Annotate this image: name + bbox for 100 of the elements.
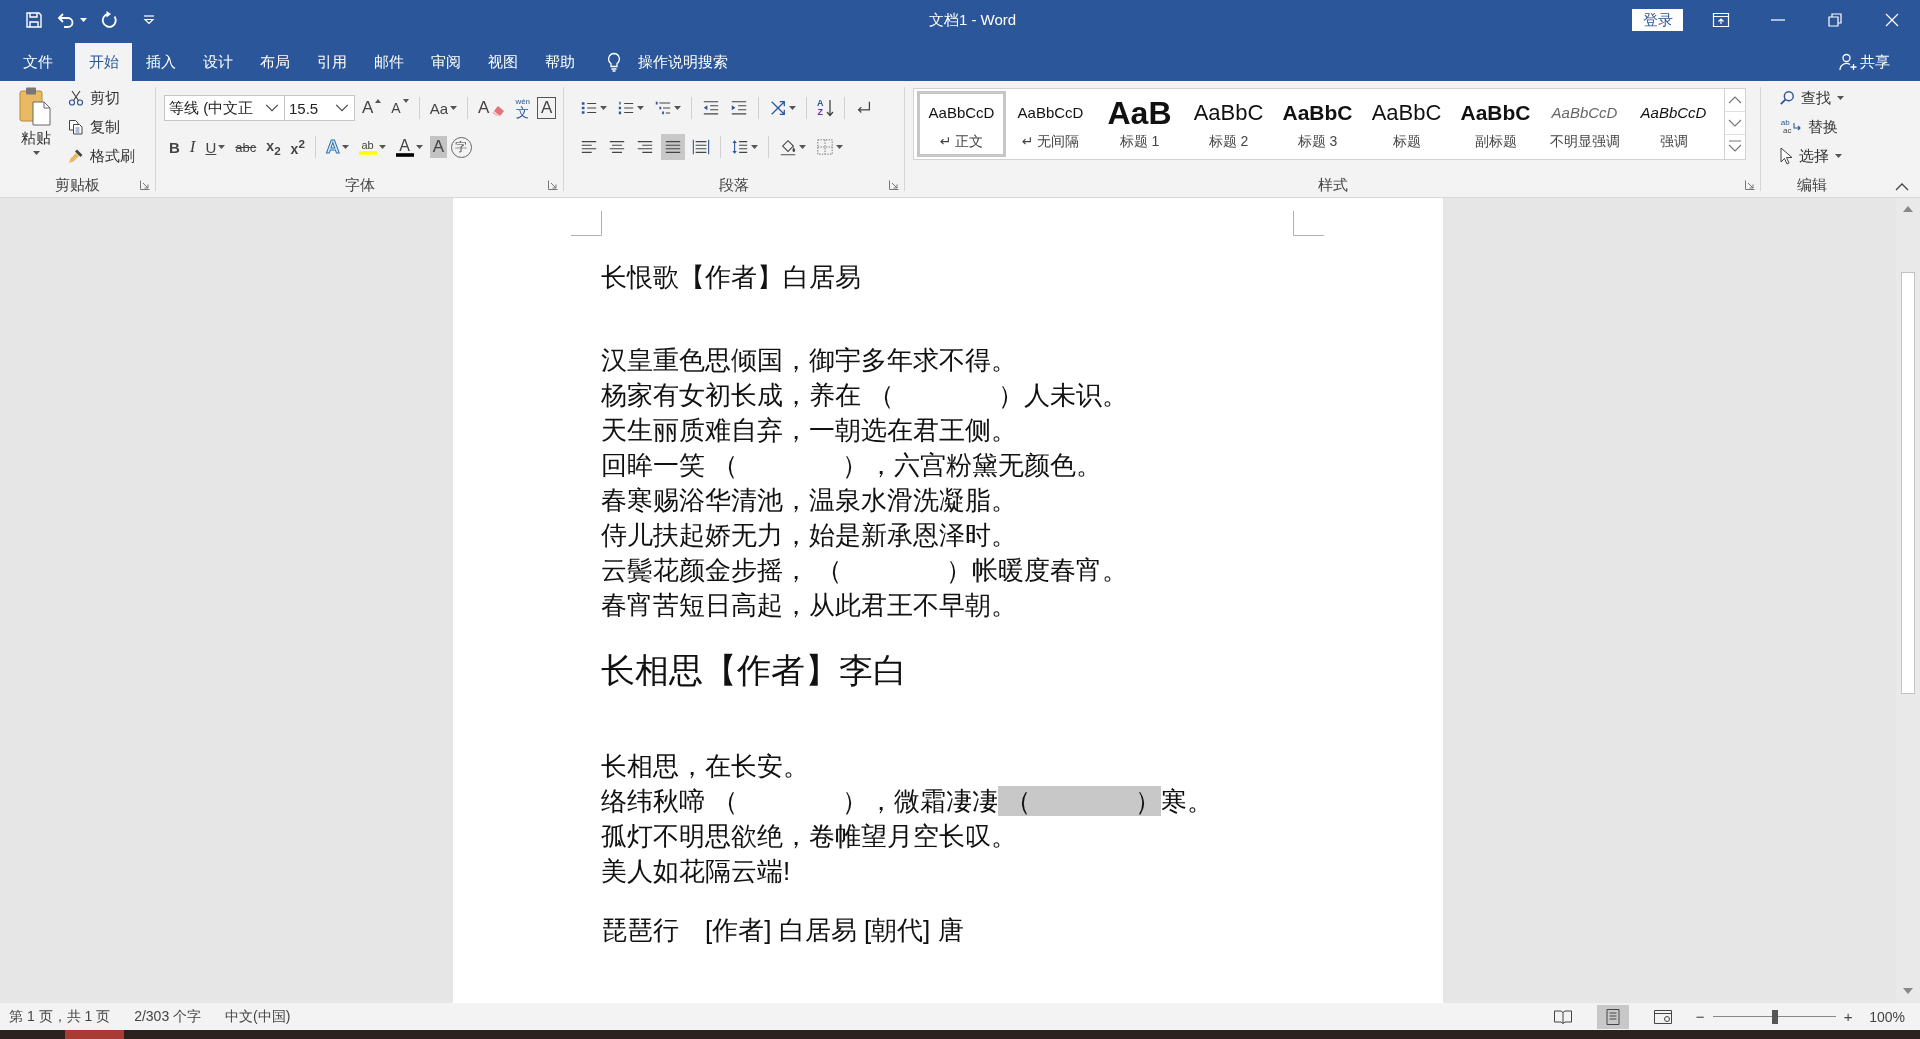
scrollbar-thumb[interactable]: [1901, 272, 1915, 694]
font-name-field[interactable]: 等线 (中文正: [164, 95, 285, 121]
dialog-launcher-icon[interactable]: [1745, 180, 1755, 190]
ribbon-tab[interactable]: 开始: [75, 43, 132, 81]
ribbon-tab[interactable]: 引用: [303, 43, 360, 81]
character-shading-button[interactable]: A: [429, 136, 447, 158]
taskbar-app-tile[interactable]: [65, 1030, 124, 1039]
caret-icon: [836, 145, 843, 149]
lightbulb-icon: [606, 52, 622, 72]
ribbon-tab[interactable]: 设计: [189, 43, 246, 81]
phonetic-guide-button[interactable]: wén 文: [512, 95, 534, 121]
ribbon-tab[interactable]: 插入: [132, 43, 189, 81]
sign-in-button[interactable]: 登录: [1632, 9, 1683, 31]
ribbon-tab[interactable]: 文件: [0, 43, 75, 81]
change-case-button[interactable]: Aa: [426, 95, 461, 121]
scroll-down-arrow-icon[interactable]: [1903, 988, 1913, 994]
caret-icon: [1835, 154, 1842, 158]
share-button[interactable]: 共享: [1839, 43, 1890, 81]
sort-button[interactable]: A Z: [814, 95, 837, 121]
underline-button[interactable]: U: [202, 134, 229, 160]
grow-font-button[interactable]: A: [359, 95, 385, 121]
print-layout-button[interactable]: [1597, 1004, 1630, 1029]
caret-icon: [341, 145, 349, 149]
undo-icon[interactable]: [57, 11, 75, 29]
window-title: 文档1 - Word: [928, 10, 1017, 30]
cut-button[interactable]: 剪切: [64, 86, 139, 110]
dialog-launcher-icon[interactable]: [548, 180, 558, 190]
align-center-icon: [608, 138, 626, 156]
verse-line: 侍儿扶起娇无力，始是新承恩泽时。: [601, 519, 1017, 552]
close-icon[interactable]: [1884, 13, 1899, 27]
poem-heading: 长相思【作者】李白: [601, 650, 907, 691]
strikethrough-button[interactable]: abc: [232, 134, 260, 160]
copy-button[interactable]: 复制: [64, 115, 139, 139]
select-button[interactable]: 选择: [1775, 144, 1862, 168]
customize-caret-icon[interactable]: [143, 15, 155, 25]
bold-button[interactable]: B: [166, 134, 183, 160]
style-item[interactable]: AaB 标题 1: [1095, 91, 1184, 157]
zoom-slider-thumb[interactable]: [1771, 1009, 1778, 1024]
poem-title: 长恨歌【作者】白居易: [601, 261, 861, 294]
minimize-icon[interactable]: [1770, 19, 1785, 21]
page-count[interactable]: 第 1 页，共 1 页: [9, 1007, 111, 1026]
font-color-button[interactable]: A: [392, 134, 426, 160]
group-label: 样式: [1317, 175, 1348, 195]
eraser-icon: [491, 105, 506, 117]
zoom-in-button[interactable]: +: [1840, 1005, 1857, 1028]
zoom-out-button[interactable]: −: [1692, 1005, 1709, 1028]
corner-mark-icon: [571, 211, 602, 236]
ribbon-options-icon[interactable]: [1711, 12, 1730, 28]
line-spacing-icon: [731, 138, 749, 156]
ribbon-tab[interactable]: 审阅: [417, 43, 474, 81]
shrink-font-button[interactable]: A: [388, 95, 412, 121]
bulleted-list-icon: [580, 99, 598, 117]
ribbon-tab[interactable]: 布局: [246, 43, 303, 81]
format-painter-button[interactable]: 格式刷: [64, 144, 139, 168]
font-size-field[interactable]: 15.5: [285, 95, 355, 121]
ribbon-tab[interactable]: 邮件: [360, 43, 417, 81]
style-item[interactable]: AaBbC 副标题: [1451, 91, 1540, 157]
replace-button[interactable]: ab ac 替换: [1775, 115, 1862, 139]
multilevel-list-icon: [654, 99, 672, 117]
zoom-level-button[interactable]: 100%: [1869, 1008, 1905, 1025]
highlight-swatch-icon: [358, 150, 377, 155]
selected-text: （ ）: [998, 786, 1162, 816]
paintbrush-icon: [68, 148, 84, 164]
collapse-ribbon-icon[interactable]: [1895, 183, 1909, 191]
decrease-indent-icon: [702, 99, 720, 117]
dialog-launcher-icon[interactable]: [140, 180, 150, 190]
highlight-button[interactable]: ab: [355, 134, 389, 160]
style-item[interactable]: AaBbCcD 不明显强调: [1540, 91, 1629, 157]
caret-icon[interactable]: [80, 18, 87, 22]
language-status[interactable]: 中文(中国): [225, 1007, 291, 1026]
clear-formatting-button[interactable]: A: [475, 95, 509, 121]
caret-icon: [799, 145, 806, 149]
verse-line: 汉皇重色思倾国，御宇多年求不得。: [601, 344, 1017, 377]
verse-text: 络纬秋啼 （ ），微霜凄凄: [601, 786, 999, 816]
restore-icon[interactable]: [1827, 13, 1842, 27]
crossed-arrows-icon: [769, 99, 787, 117]
ribbon-tab[interactable]: 帮助: [531, 43, 588, 81]
save-icon[interactable]: [25, 11, 43, 29]
style-item[interactable]: AaBbCcD 强调: [1629, 91, 1718, 157]
style-item[interactable]: AaBbCcD ↵ 无间隔: [1006, 91, 1095, 157]
person-add-icon: [1839, 53, 1857, 71]
scroll-up-arrow-icon[interactable]: [1903, 206, 1913, 212]
style-item[interactable]: AaBbC 标题: [1362, 91, 1451, 157]
tell-me-search[interactable]: 操作说明搜索: [606, 43, 728, 81]
dialog-launcher-icon[interactable]: [889, 180, 899, 190]
paste-button[interactable]: 粘贴: [14, 86, 58, 170]
style-item[interactable]: AaBbC 标题 3: [1273, 91, 1362, 157]
italic-button[interactable]: I: [186, 134, 199, 160]
poem-title: 琵琶行 [作者] 白居易 [朝代] 唐: [601, 914, 964, 947]
superscript-button[interactable]: x$^{2}$: [287, 134, 308, 160]
style-item[interactable]: AaBbC 标题 2: [1184, 91, 1273, 157]
justify-icon: [664, 138, 682, 156]
character-border-button[interactable]: A: [537, 97, 557, 119]
justify-button[interactable]: [661, 134, 685, 160]
find-button[interactable]: 查找: [1775, 86, 1862, 110]
repeat-icon[interactable]: [101, 11, 119, 29]
ribbon-tab[interactable]: 视图: [474, 43, 531, 81]
subscript-button[interactable]: x$_{2}$: [263, 134, 284, 160]
style-item[interactable]: AaBbCcD ↵ 正文: [917, 91, 1006, 157]
word-count[interactable]: 2/303 个字: [134, 1007, 202, 1026]
